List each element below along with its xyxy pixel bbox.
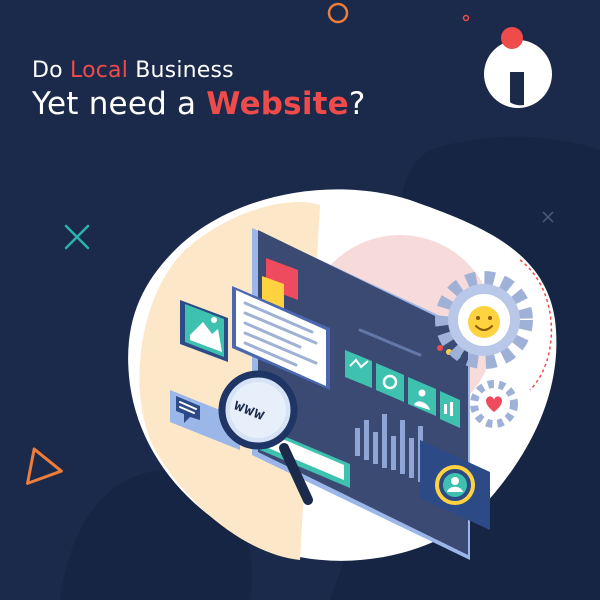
headline-line-2-after: ? <box>348 86 366 122</box>
triangle-icon <box>26 447 63 485</box>
headline-line-1: Do Local Business <box>32 58 234 83</box>
smiley-icon <box>468 306 500 338</box>
cross-icon <box>64 224 90 250</box>
headline-highlight-local: Local <box>70 58 129 83</box>
poster: www Do Local Business Yet need a Website… <box>0 0 600 600</box>
headline-highlight-website: Website <box>206 86 349 122</box>
headline-line-1-before: Do <box>32 58 70 83</box>
logo-icon <box>484 27 552 108</box>
headline-line-1-after: Business <box>128 58 234 83</box>
dot-decoration <box>462 14 470 22</box>
ring-icon <box>327 2 349 24</box>
headline-line-2-before: Yet need a <box>32 86 207 122</box>
headline-line-2: Yet need a Website? <box>32 86 366 122</box>
